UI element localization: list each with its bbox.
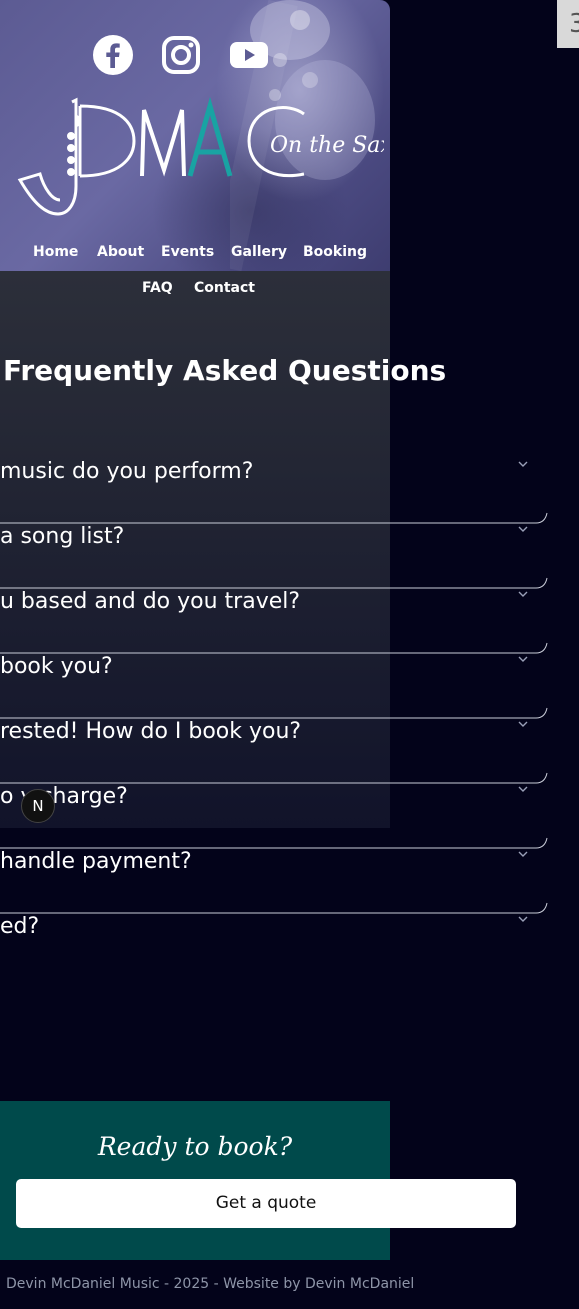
dmac-logo: On the Sax [17,96,384,216]
hero-banner: On the Sax Home About Events Gallery Boo… [0,0,390,271]
chevron-down-icon[interactable] [516,457,530,471]
nav-row-1: Home About Events Gallery Booking [0,244,390,264]
chevron-down-icon[interactable] [516,912,530,926]
faq-divider [0,837,548,849]
faq-item[interactable]: handle payment? [0,849,548,914]
corner-tab[interactable]: 3 [557,0,579,48]
faq-divider [0,642,548,654]
chevron-down-icon[interactable] [516,847,530,861]
chevron-down-icon[interactable] [516,522,530,536]
nav-booking[interactable]: Booking [303,244,367,260]
faq-item[interactable]: rested! How do I book you? [0,719,548,784]
faq-divider [0,512,548,524]
faq-question: music do you perform? [0,459,254,484]
nav-events[interactable]: Events [161,244,214,260]
nav-about[interactable]: About [97,244,144,260]
dev-badge[interactable]: N [21,789,55,823]
faq-question: ed? [0,914,40,939]
faq-question: rested! How do I book you? [0,719,302,744]
corner-tab-label: 3 [569,9,579,39]
chevron-down-icon[interactable] [516,652,530,666]
faq-question: a song list? [0,524,125,549]
faq-divider [0,707,548,719]
nav-home[interactable]: Home [33,244,78,260]
faq-heading: Frequently Asked Questions [3,354,447,387]
social-links [0,34,390,78]
facebook-icon[interactable] [92,34,134,76]
chevron-down-icon[interactable] [516,587,530,601]
faq-question: book you? [0,654,113,679]
instagram-icon[interactable] [160,34,202,76]
faq-item[interactable]: book you? [0,654,548,719]
sax-icon [17,97,81,216]
cta-title: Ready to book? [97,1132,293,1161]
faq-item[interactable]: o y charge? [0,784,548,849]
chevron-down-icon[interactable] [516,782,530,796]
chevron-down-icon[interactable] [516,717,530,731]
footer-text: Devin McDaniel Music - 2025 - Website by… [6,1276,415,1292]
faq-divider [0,772,548,784]
faq-question: o y charge? [0,784,128,809]
faq-item[interactable]: music do you perform? [0,459,548,524]
faq-divider [0,902,548,914]
faq-item[interactable]: a song list? [0,524,548,589]
nav-faq[interactable]: FAQ [142,280,173,296]
faq-question: u based and do you travel? [0,589,301,614]
faq-item[interactable]: ed? [0,914,548,979]
nav-row-2: FAQ Contact [0,280,390,300]
svg-text:On the Sax: On the Sax [270,133,384,158]
youtube-icon[interactable] [228,34,270,76]
nav-gallery[interactable]: Gallery [231,244,287,260]
get-quote-button[interactable]: Get a quote [16,1179,516,1228]
faq-divider [0,577,548,589]
nav-contact[interactable]: Contact [194,280,255,296]
faq-question: handle payment? [0,849,192,874]
faq-item[interactable]: u based and do you travel? [0,589,548,654]
